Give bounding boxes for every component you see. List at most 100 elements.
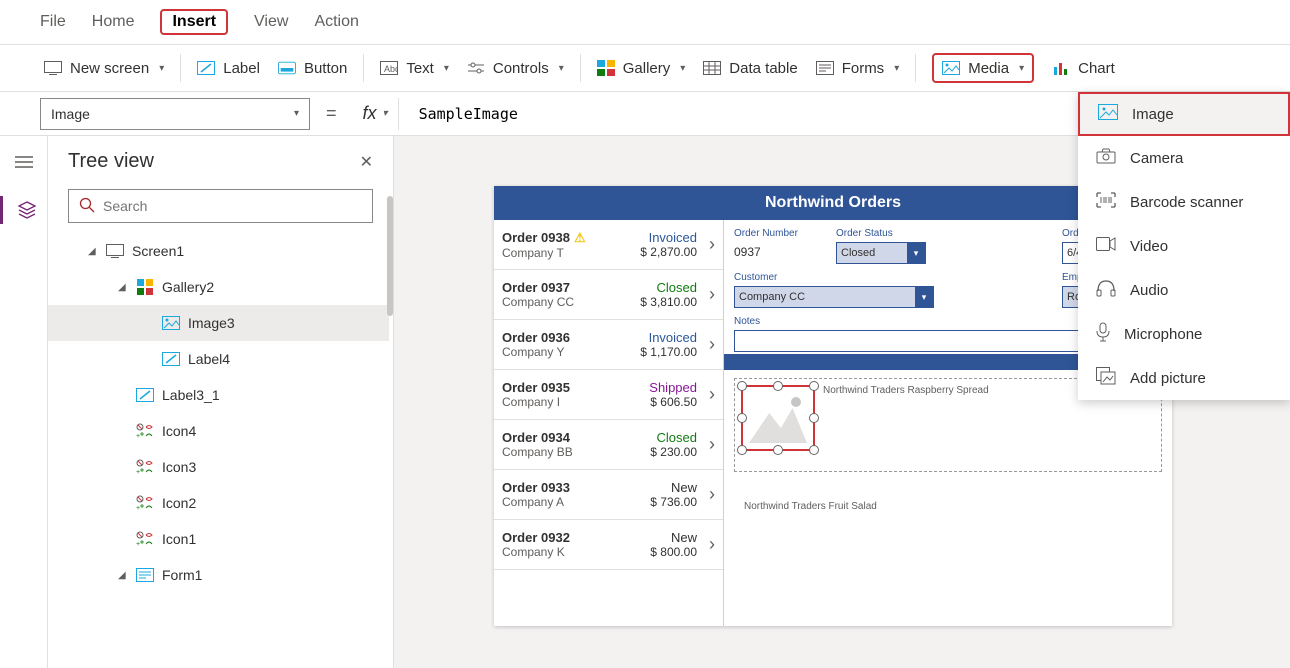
tree-toggle-icon[interactable]: ◢ bbox=[118, 570, 128, 581]
order-list-item[interactable]: Order 0936Company YInvoiced$ 1,170.00› bbox=[494, 320, 723, 370]
order-company: Company I bbox=[502, 395, 643, 409]
svg-text:+: + bbox=[136, 469, 140, 475]
fx-button[interactable]: fx ▾ bbox=[353, 98, 399, 130]
chevron-right-icon[interactable]: › bbox=[709, 534, 715, 555]
datatable-button[interactable]: Data table bbox=[703, 59, 797, 77]
close-icon[interactable]: ✕ bbox=[360, 152, 373, 172]
tree-item-label: Icon2 bbox=[162, 495, 196, 511]
chevron-down-icon: ▾ bbox=[383, 108, 388, 119]
resize-handle[interactable] bbox=[809, 445, 819, 455]
order-list-item[interactable]: Order 0933Company ANew$ 736.00› bbox=[494, 470, 723, 520]
resize-handle[interactable] bbox=[737, 445, 747, 455]
media-menu-image[interactable]: Image bbox=[1078, 92, 1290, 136]
image-control-selected[interactable] bbox=[741, 385, 815, 451]
tree-item-image3[interactable]: Image3 bbox=[48, 305, 389, 341]
controls-button[interactable]: Controls ▾ bbox=[467, 59, 564, 77]
order-list-item[interactable]: Order 0932Company KNew$ 800.00› bbox=[494, 520, 723, 570]
order-price: $ 1,170.00 bbox=[640, 345, 697, 359]
order-name: Order 0935 bbox=[502, 380, 643, 395]
tree-item-screen1[interactable]: ◢ Screen1 bbox=[48, 233, 389, 269]
media-menu-add-picture[interactable]: Add picture bbox=[1078, 356, 1290, 400]
tree-item-icon1[interactable]: +Icon1 bbox=[48, 521, 389, 557]
resize-handle[interactable] bbox=[773, 445, 783, 455]
tree-item-label: Screen1 bbox=[132, 243, 184, 259]
layers-icon[interactable] bbox=[0, 196, 48, 224]
order-gallery[interactable]: Order 0938⚠Company TInvoiced$ 2,870.00›O… bbox=[494, 220, 724, 626]
screen-icon bbox=[44, 59, 62, 77]
text-button[interactable]: Abc Text ▾ bbox=[380, 59, 449, 77]
chevron-right-icon[interactable]: › bbox=[709, 284, 715, 305]
menu-file[interactable]: File bbox=[40, 9, 66, 35]
label-button[interactable]: Label bbox=[197, 59, 260, 77]
ribbon-toolbar: New screen ▾ Label Button Abc Text ▾ Con… bbox=[0, 44, 1290, 92]
order-list-item[interactable]: Order 0934Company BBClosed$ 230.00› bbox=[494, 420, 723, 470]
gallery-button[interactable]: Gallery ▾ bbox=[597, 59, 686, 77]
charts-button[interactable]: Chart bbox=[1052, 59, 1115, 77]
order-price: $ 606.50 bbox=[649, 395, 697, 409]
menu-view[interactable]: View bbox=[254, 9, 288, 35]
barcode-icon bbox=[1096, 192, 1116, 212]
gallery-btn-label: Gallery bbox=[623, 60, 671, 77]
scrollbar-thumb[interactable] bbox=[387, 196, 393, 316]
order-price: $ 736.00 bbox=[650, 495, 697, 509]
order-price: $ 2,870.00 bbox=[640, 245, 697, 259]
icon-icon: + bbox=[136, 458, 154, 476]
headphones-icon bbox=[1096, 279, 1116, 301]
chevron-right-icon[interactable]: › bbox=[709, 234, 715, 255]
label-icon bbox=[162, 350, 180, 368]
resize-handle[interactable] bbox=[809, 413, 819, 423]
resize-handle[interactable] bbox=[737, 413, 747, 423]
tree-search-input[interactable] bbox=[103, 198, 362, 214]
media-menu-audio[interactable]: Audio bbox=[1078, 268, 1290, 312]
menu-insert[interactable]: Insert bbox=[160, 9, 228, 35]
chevron-right-icon[interactable]: › bbox=[709, 434, 715, 455]
button-button[interactable]: Button bbox=[278, 59, 347, 77]
tree-item-icon4[interactable]: +Icon4 bbox=[48, 413, 389, 449]
resize-handle[interactable] bbox=[809, 381, 819, 391]
order-status: Closed bbox=[640, 280, 697, 295]
order-list-item[interactable]: Order 0938⚠Company TInvoiced$ 2,870.00› bbox=[494, 220, 723, 270]
warning-icon: ⚠ bbox=[574, 230, 586, 245]
tree-item-form1[interactable]: ◢Form1 bbox=[48, 557, 389, 593]
form-icon bbox=[136, 566, 154, 584]
tree-toggle-icon[interactable]: ◢ bbox=[88, 246, 98, 257]
charts-btn-label: Chart bbox=[1078, 60, 1115, 77]
order-name: Order 0937 bbox=[502, 280, 634, 295]
svg-text:+: + bbox=[136, 433, 140, 439]
new-screen-button[interactable]: New screen ▾ bbox=[44, 59, 164, 77]
media-menu-camera[interactable]: Camera bbox=[1078, 136, 1290, 180]
order-list-item[interactable]: Order 0935Company IShipped$ 606.50› bbox=[494, 370, 723, 420]
media-button[interactable]: Media ▾ bbox=[932, 53, 1034, 83]
tree-search-box[interactable] bbox=[68, 189, 373, 223]
resize-handle[interactable] bbox=[773, 381, 783, 391]
order-status: New bbox=[650, 530, 697, 545]
resize-handle[interactable] bbox=[737, 381, 747, 391]
media-menu-video[interactable]: Video bbox=[1078, 224, 1290, 268]
order-name: Order 0933 bbox=[502, 480, 644, 495]
media-menu-barcode[interactable]: Barcode scanner bbox=[1078, 180, 1290, 224]
menu-home[interactable]: Home bbox=[92, 9, 135, 35]
media-menu-microphone[interactable]: Microphone bbox=[1078, 312, 1290, 356]
property-selector[interactable]: Image ▾ bbox=[40, 98, 310, 130]
label-btn-text: Label bbox=[223, 60, 260, 77]
video-icon bbox=[1096, 237, 1116, 255]
tree-item-label3_1[interactable]: Label3_1 bbox=[48, 377, 389, 413]
order-status-dropdown[interactable]: Closed▾ bbox=[836, 242, 926, 264]
menu-action[interactable]: Action bbox=[314, 9, 358, 35]
customer-dropdown[interactable]: Company CC▾ bbox=[734, 286, 934, 308]
chevron-right-icon[interactable]: › bbox=[709, 484, 715, 505]
label-icon bbox=[136, 386, 154, 404]
forms-button[interactable]: Forms ▾ bbox=[816, 59, 900, 77]
tree-item-label4[interactable]: Label4 bbox=[48, 341, 389, 377]
media-menu-image-label: Image bbox=[1132, 106, 1174, 123]
tree-item-icon2[interactable]: +Icon2 bbox=[48, 485, 389, 521]
search-icon bbox=[79, 197, 95, 216]
tree-item-icon3[interactable]: +Icon3 bbox=[48, 449, 389, 485]
tree-items-container: ◢Screen1◢Gallery2Image3Label4Label3_1+Ic… bbox=[48, 233, 393, 668]
tree-item-gallery2[interactable]: ◢Gallery2 bbox=[48, 269, 389, 305]
chevron-right-icon[interactable]: › bbox=[709, 384, 715, 405]
hamburger-icon[interactable] bbox=[10, 148, 38, 176]
chevron-right-icon[interactable]: › bbox=[709, 334, 715, 355]
tree-toggle-icon[interactable]: ◢ bbox=[118, 282, 128, 293]
order-list-item[interactable]: Order 0937Company CCClosed$ 3,810.00› bbox=[494, 270, 723, 320]
